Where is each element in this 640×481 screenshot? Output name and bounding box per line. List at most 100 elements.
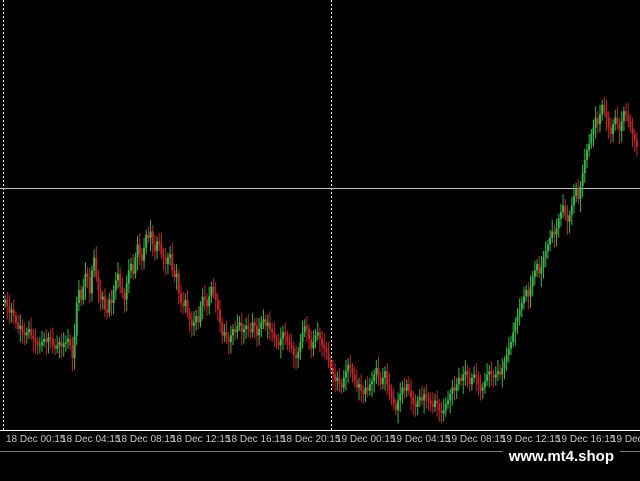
candle-body [546, 244, 549, 251]
candle-body [466, 371, 469, 378]
candle-body [247, 325, 250, 329]
candle-body [268, 322, 271, 329]
candle-body [483, 381, 486, 388]
candle-body [618, 124, 621, 131]
candle-body [486, 374, 489, 381]
candle-body [570, 205, 573, 216]
candle-body [447, 400, 450, 404]
candle-body [10, 309, 13, 313]
candle-body [583, 160, 586, 173]
candle-body [599, 114, 602, 125]
candle-body [464, 371, 467, 375]
candle-body [212, 286, 215, 294]
candle-body [420, 397, 423, 401]
candle-body [67, 338, 70, 342]
candle-body [373, 374, 376, 381]
candle-body [264, 319, 267, 326]
candle-body [282, 332, 285, 339]
candle-body [585, 150, 588, 160]
candle-body [627, 114, 630, 121]
candle-body [614, 117, 617, 125]
candle-body [388, 384, 391, 391]
candle-body [127, 270, 130, 284]
candle-body [203, 296, 206, 300]
candle-body [531, 277, 534, 287]
candle-body [149, 231, 152, 238]
candle-body [397, 400, 400, 411]
candle-body [553, 231, 556, 235]
candle-body [353, 374, 356, 381]
candle-body [412, 397, 415, 404]
candle-body [173, 270, 176, 277]
candle-body [499, 371, 502, 375]
candle-body [23, 332, 26, 336]
candle-body [171, 254, 174, 271]
candle-body [564, 205, 567, 216]
candle-body [620, 121, 623, 131]
candle-body [234, 329, 237, 333]
candle-body [273, 332, 276, 339]
candle-body [108, 299, 111, 313]
candle-body [566, 215, 569, 222]
candle-body [277, 342, 280, 346]
candle-body [60, 342, 63, 347]
candle-body [622, 111, 625, 121]
candle-body [106, 309, 109, 313]
candle-body [460, 377, 463, 381]
candle-body [334, 374, 337, 381]
time-tick-label: 18 Dec 12:15 [171, 434, 231, 445]
candle-body [208, 296, 211, 307]
candle-body [616, 117, 619, 125]
candle-body [8, 306, 11, 313]
candle-body [362, 390, 365, 394]
candle-body [286, 335, 289, 342]
candle-body [227, 338, 230, 342]
candle-body [577, 189, 580, 199]
candle-body [201, 296, 204, 307]
candle-body [132, 264, 135, 274]
candle-body [505, 355, 508, 362]
candle-body [366, 387, 369, 391]
candle-body [197, 316, 200, 323]
candle-body [384, 371, 387, 378]
candle-body [407, 384, 410, 391]
candle-body [153, 244, 156, 251]
candle-body [327, 351, 330, 362]
candle-body [90, 270, 93, 294]
candle-body [210, 286, 213, 297]
candle-body [297, 351, 300, 359]
candle-body [36, 342, 39, 346]
candle-body [88, 277, 91, 294]
candle-body [260, 322, 263, 329]
candle-body [442, 410, 445, 414]
candle-body [114, 280, 117, 290]
time-tick-label: 18 Dec 00:15 [6, 434, 66, 445]
candle-body [588, 143, 591, 151]
candle-body [305, 325, 308, 329]
candle-body [492, 374, 495, 378]
candle-body [575, 189, 578, 196]
candle-body [470, 377, 473, 385]
candle-body [229, 335, 232, 342]
candle-body [318, 332, 321, 339]
candle-body [284, 332, 287, 336]
candle-body [47, 337, 50, 342]
candle-body [240, 322, 243, 333]
candle-body [145, 234, 148, 248]
candle-body [477, 377, 480, 385]
candle-body [93, 257, 96, 271]
candle-body [125, 283, 128, 300]
price-chart[interactable] [0, 0, 640, 452]
candle-body [310, 338, 313, 349]
candle-body [30, 329, 33, 336]
candle-body [175, 273, 178, 277]
candle-body [557, 218, 560, 229]
candle-body [631, 127, 634, 134]
candle-body [536, 264, 539, 271]
candle-body [436, 400, 439, 404]
candle-body [312, 342, 315, 349]
candle-body [377, 368, 380, 378]
candle-body [501, 368, 504, 375]
candle-body [325, 348, 328, 352]
candle-body [538, 264, 541, 274]
